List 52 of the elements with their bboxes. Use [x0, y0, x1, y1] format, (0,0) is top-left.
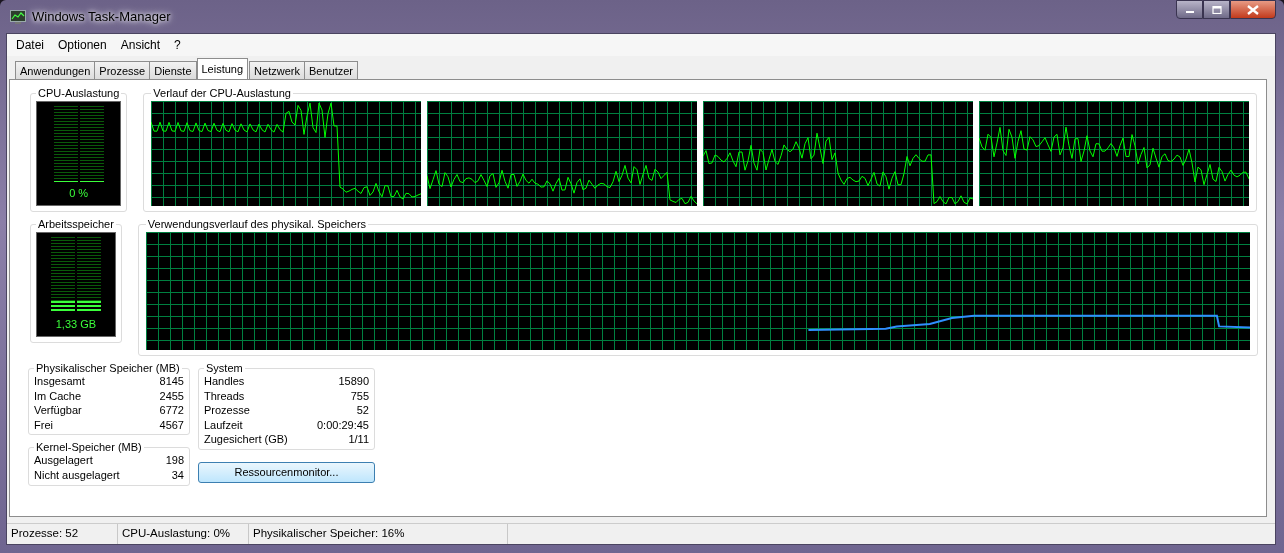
stat-value: 4567 — [159, 417, 184, 433]
tab[interactable]: Leistung — [196, 58, 249, 79]
group-title: Verwendungsverlauf des physikal. Speichers — [146, 218, 368, 230]
status-text: CPU-Auslastung: 0% — [118, 524, 249, 544]
monitor-icon — [10, 9, 26, 24]
stat-value: 1/11 — [348, 432, 369, 447]
menu-item[interactable]: ? — [167, 38, 188, 52]
maximize-button[interactable] — [1203, 0, 1230, 19]
stat-label: Handles — [204, 374, 245, 389]
gauge-reading: 1,33 GB — [55, 318, 97, 330]
stat-value: 2455 — [159, 388, 184, 404]
group-title: Physikalischer Speicher (MB) — [35, 362, 181, 374]
group-title: System — [205, 362, 244, 374]
tab[interactable]: Dienste — [149, 61, 197, 79]
tab[interactable]: Anwendungen — [15, 61, 96, 79]
maximize-icon — [1211, 5, 1222, 14]
close-button[interactable] — [1230, 0, 1276, 19]
minimize-button[interactable] — [1176, 0, 1203, 19]
stat-value: 15890 — [338, 374, 369, 389]
stat-value: 755 — [350, 388, 369, 404]
stat-value: 52 — [356, 403, 369, 418]
menu-item[interactable]: Optionen — [51, 38, 114, 52]
resource-monitor-button[interactable]: Ressourcenmonitor... — [198, 461, 375, 483]
stat-value: 0:00:29:45 — [317, 417, 369, 433]
stat-value: 6772 — [159, 403, 184, 418]
stat-value: 34 — [171, 467, 184, 483]
status-text: Physikalischer Speicher: 16% — [249, 524, 508, 544]
stat-label: Verfügbar — [34, 403, 82, 418]
group-title: CPU-Auslastung — [37, 87, 121, 99]
stat-label: Insgesamt — [34, 374, 85, 389]
stat-label: Zugesichert (GB) — [204, 432, 288, 447]
stat-label: Nicht ausgelagert — [34, 467, 120, 483]
group-title: Arbeitsspeicher — [37, 218, 115, 230]
stat-value: 198 — [165, 453, 184, 468]
tab[interactable]: Benutzer — [303, 61, 358, 79]
group-title: Kernel-Speicher (MB) — [35, 441, 143, 454]
stat-label: Threads — [204, 388, 245, 404]
tab[interactable]: Prozesse — [94, 61, 151, 79]
stat-value: 8145 — [159, 374, 184, 389]
window-title: Windows Task-Manager — [32, 9, 171, 24]
close-icon — [1247, 4, 1259, 15]
stat-label: Prozesse — [204, 403, 250, 418]
stat-label: Laufzeit — [204, 417, 243, 433]
stat-label: Frei — [34, 417, 53, 433]
stat-label: Im Cache — [34, 388, 82, 404]
status-text: Prozesse: 52 — [7, 524, 118, 544]
menu-item[interactable]: Datei — [9, 38, 51, 52]
gauge-reading: 0 % — [69, 187, 89, 199]
tab[interactable]: Netzwerk — [249, 61, 305, 79]
menu-item[interactable]: Ansicht — [113, 38, 168, 52]
stat-label: Ausgelagert — [34, 453, 93, 468]
group-title: Verlauf der CPU-Auslastung — [152, 87, 292, 99]
